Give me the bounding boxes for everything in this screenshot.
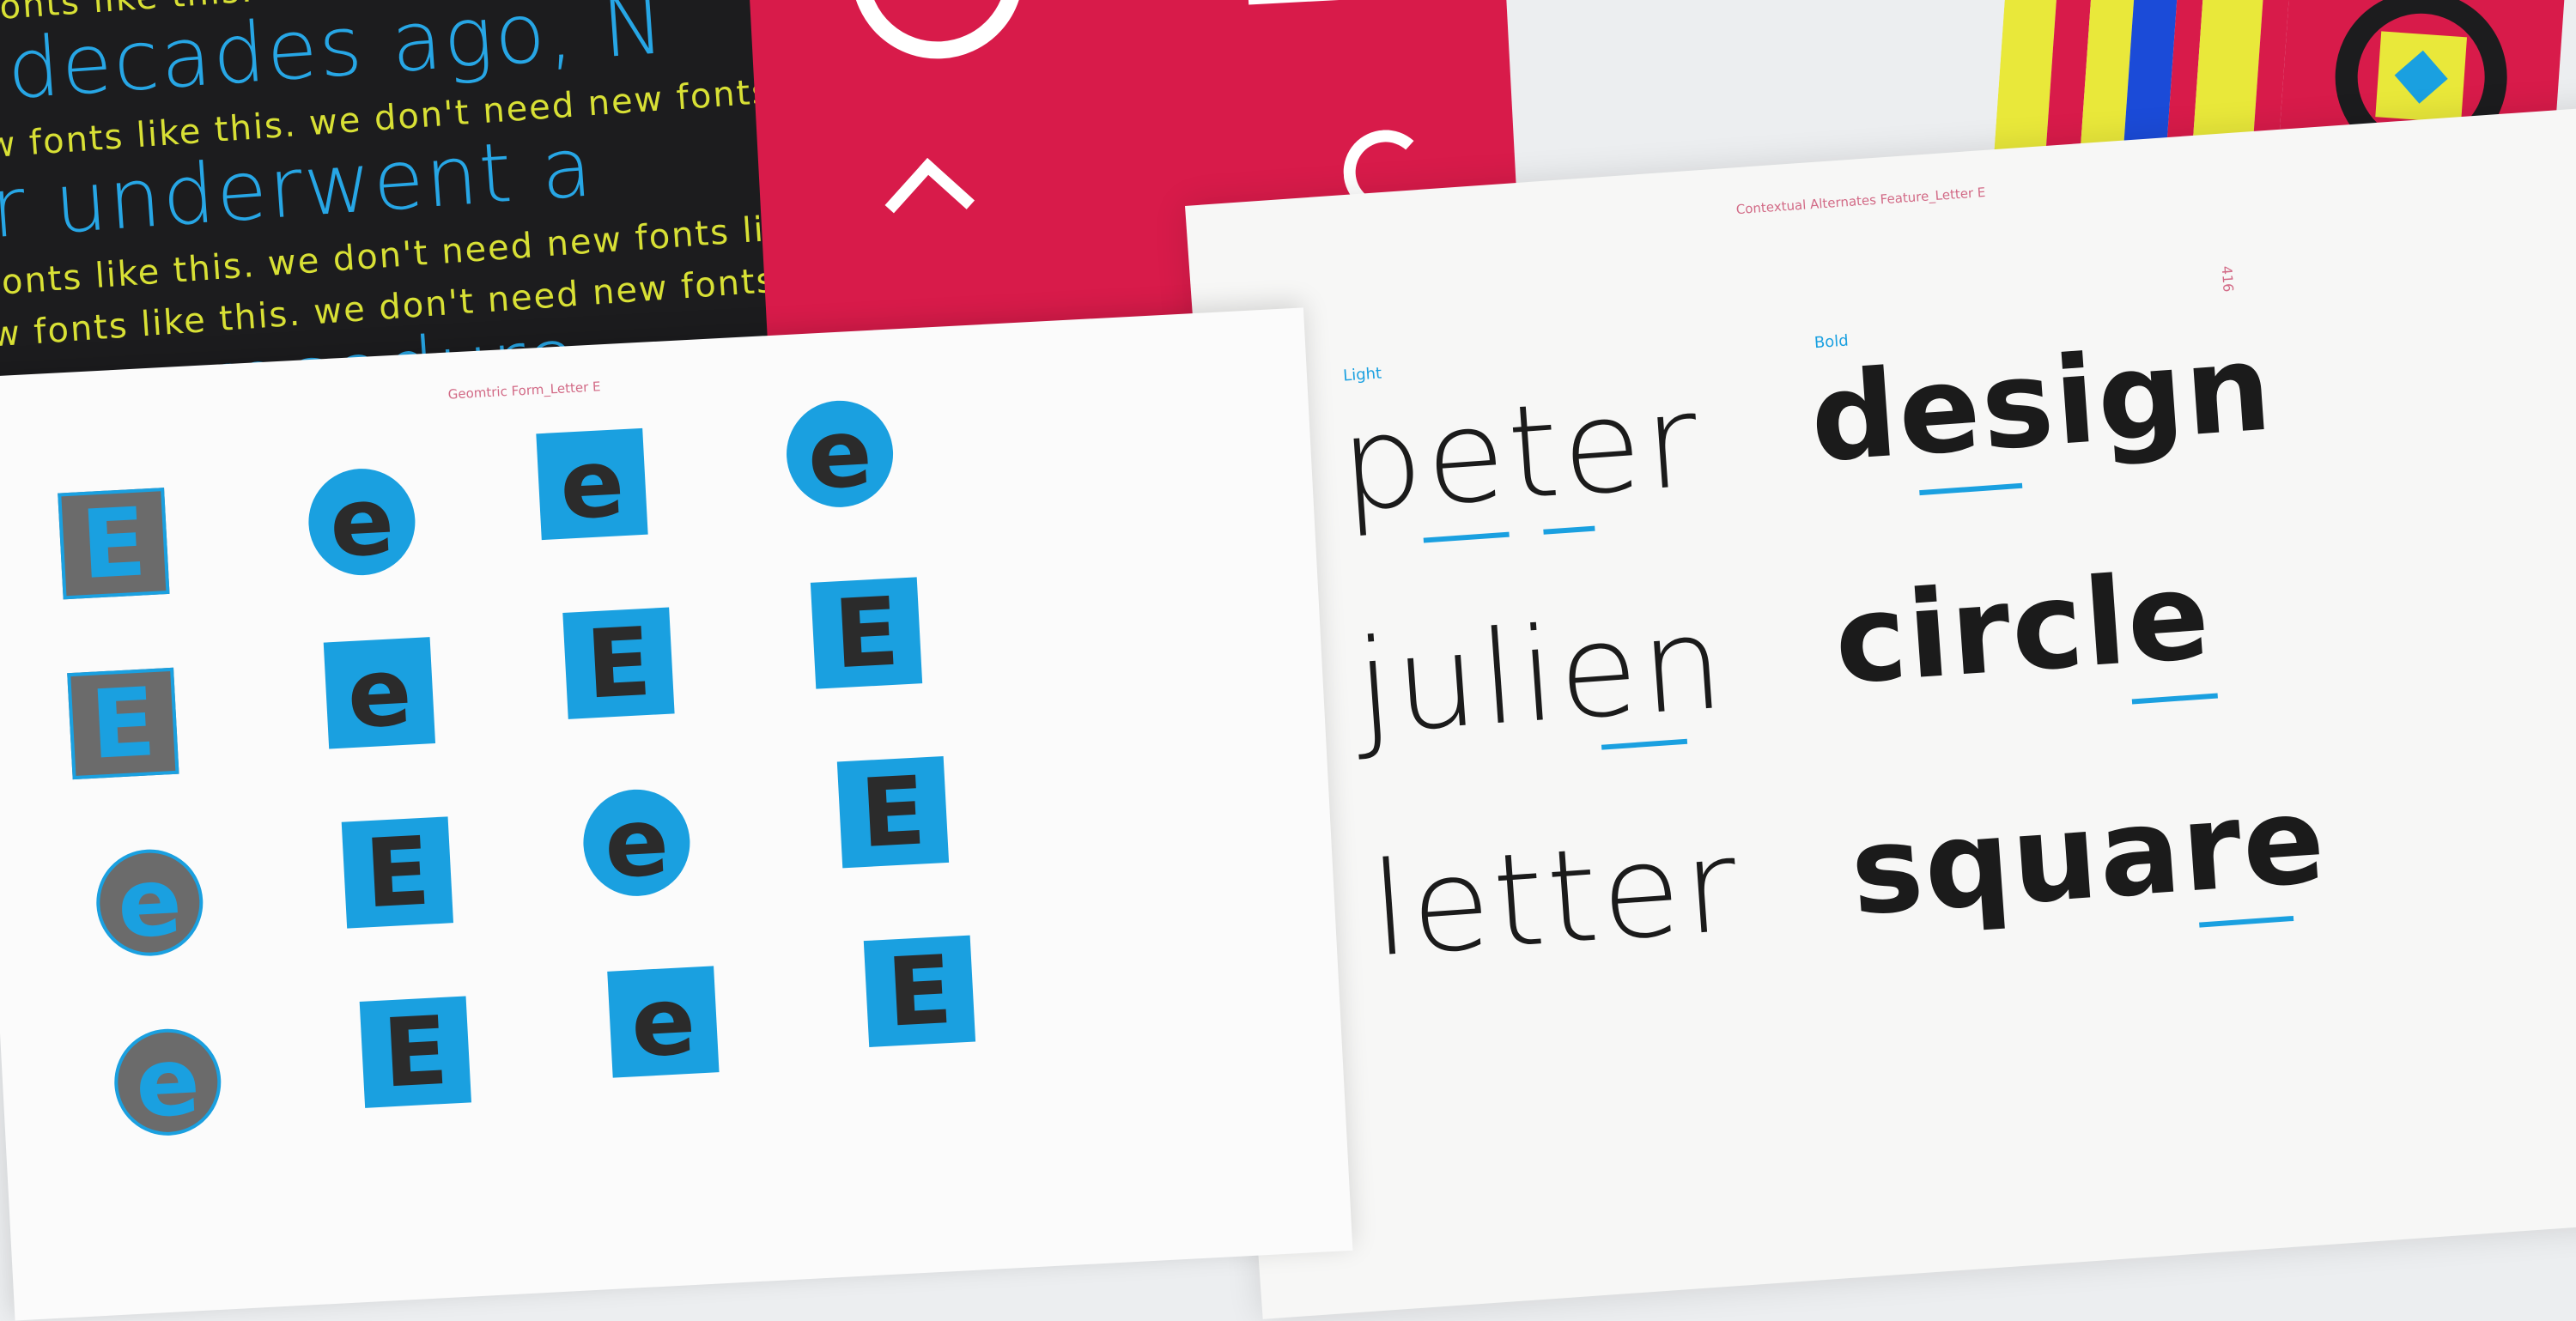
glyph: e (114, 845, 185, 960)
glyph-tile: e (323, 636, 436, 750)
glyph: e (601, 785, 672, 900)
light-word-peter: peter (1335, 366, 1706, 541)
right-page: Contextual Alternates Feature_Letter E 4… (1185, 104, 2576, 1319)
circle-shape (847, 0, 1028, 64)
glyph-tile: E (67, 667, 179, 780)
glyph-tile: E (810, 576, 923, 690)
glyph: e (628, 965, 698, 1079)
bold-word-circle: circle (1830, 546, 2215, 712)
glyph-tile: e (607, 965, 720, 1079)
square-shape (1242, 0, 1392, 5)
glyph-tile: e (536, 427, 648, 541)
bold-word-design: design (1806, 318, 2277, 490)
glyph: e (556, 427, 628, 541)
glyph: E (88, 667, 159, 780)
glyph-tile: E (562, 606, 675, 720)
light-weight-label: Light (1342, 364, 1382, 385)
glyph: e (132, 1025, 203, 1139)
page-number: 416 (2218, 265, 2237, 293)
glyph-tile: E (58, 487, 170, 601)
glyph: E (858, 755, 928, 870)
glyph-tile: E (836, 755, 950, 870)
glyph-tile: e (580, 785, 693, 900)
glyph-tile: e (783, 397, 896, 511)
glyph-tile: e (112, 1025, 224, 1139)
underline-accent (1543, 525, 1595, 535)
glyph: e (326, 465, 398, 579)
glyph: E (361, 815, 433, 930)
underline-accent (1919, 482, 2023, 496)
glyph-tile: E (359, 995, 471, 1109)
light-word-letter: letter (1366, 811, 1746, 986)
page-caption: Geomtric Form_Letter E (447, 379, 601, 403)
glyph-tile: e (94, 845, 206, 960)
page-caption: Contextual Alternates Feature_Letter E (1735, 184, 1986, 218)
chevron-up-shape (884, 158, 975, 248)
left-page: Geomtric Form_Letter E E E e e e e E E e… (0, 307, 1353, 1321)
glyph-tile: E (863, 934, 976, 1048)
glyph: e (805, 397, 875, 511)
glyph-tile: E (341, 815, 454, 930)
glyph: E (380, 995, 451, 1109)
glyph: E (884, 934, 955, 1048)
glyph: E (78, 487, 149, 601)
glyph: E (583, 606, 654, 720)
light-word-julien: julien (1351, 588, 1732, 764)
bold-word-square: square (1846, 770, 2331, 943)
glyph-tile: e (306, 465, 418, 579)
glyph: E (831, 576, 902, 690)
underline-accent (2131, 693, 2218, 705)
glyph: e (344, 636, 415, 750)
